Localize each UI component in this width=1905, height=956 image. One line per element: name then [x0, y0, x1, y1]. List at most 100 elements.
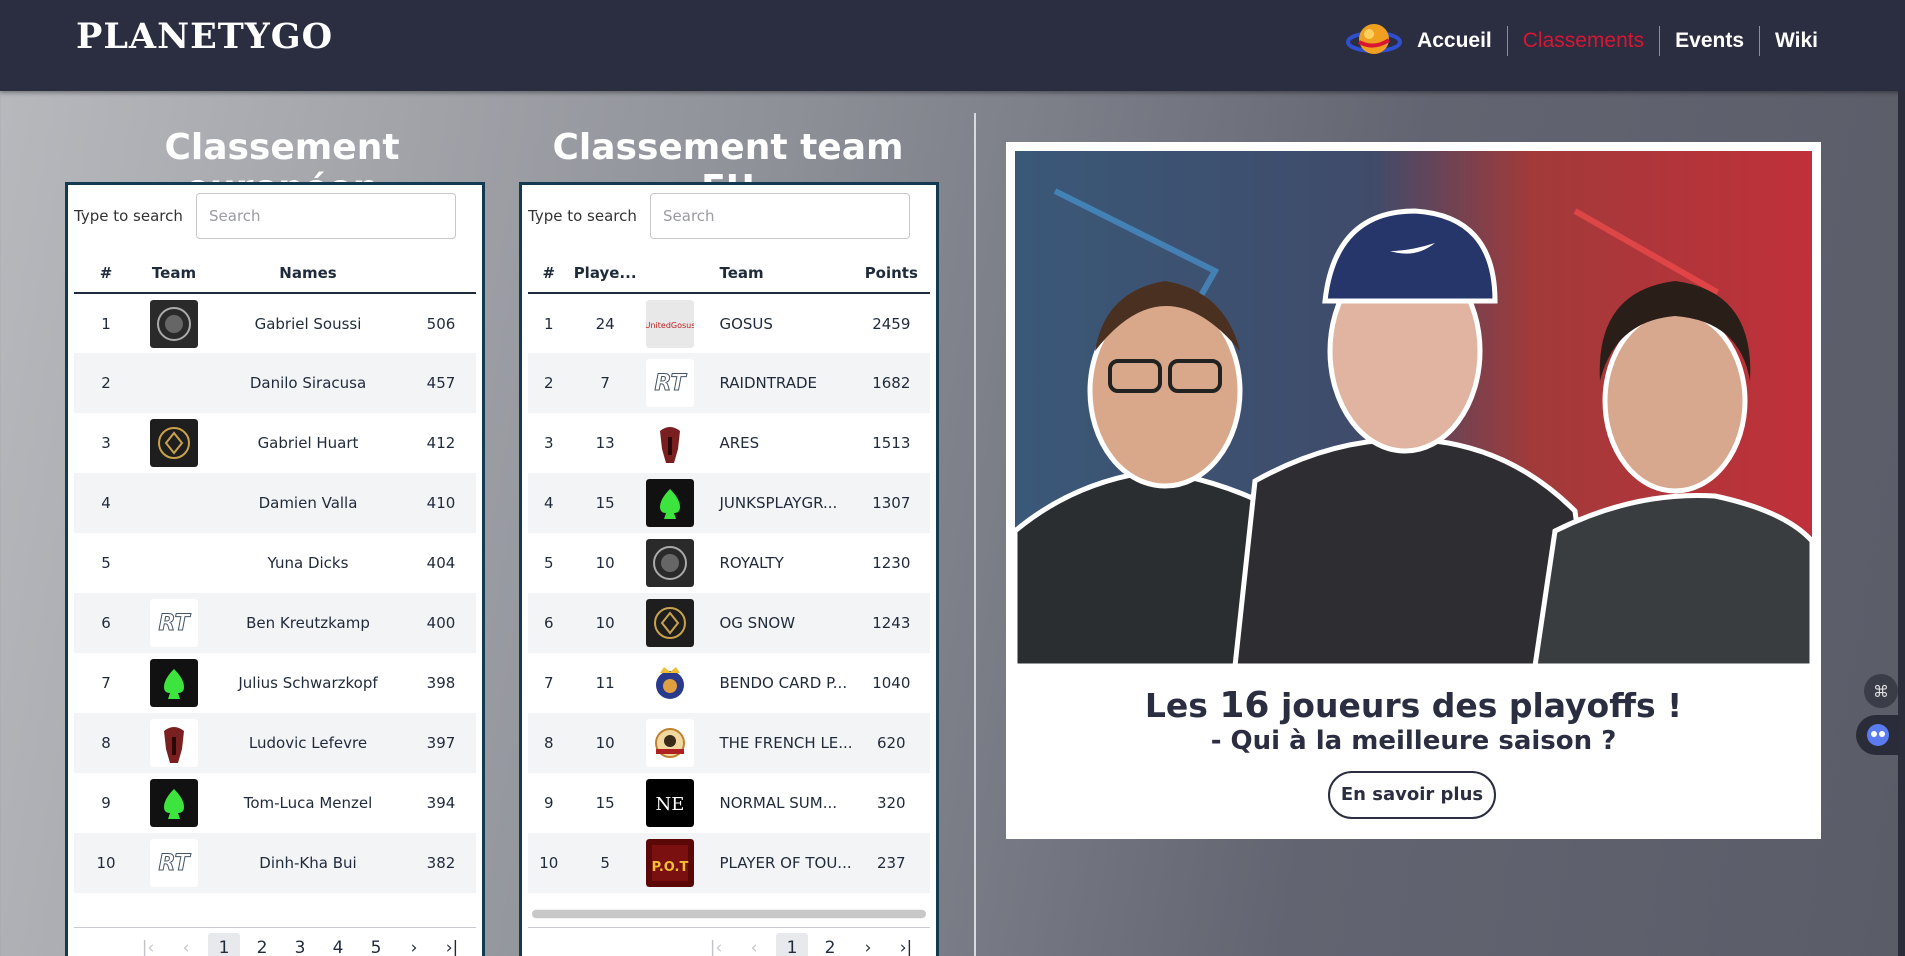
table-row[interactable]: 4 Damien Valla 410 [74, 473, 476, 533]
table-row[interactable]: 8 Ludovic Lefevre 397 [74, 713, 476, 773]
page-button-1[interactable]: 1 [776, 932, 808, 956]
table-row[interactable]: 10 5 P.O.T PLAYER OF TOU... 237 [528, 833, 930, 893]
points-cell: 620 [852, 713, 930, 773]
table-row[interactable]: 1 Gabriel Soussi 506 [74, 293, 476, 353]
junks-logo-icon [150, 779, 198, 827]
page-button-2[interactable]: 2 [246, 933, 278, 956]
next-page-button[interactable]: › [852, 933, 884, 956]
promo-title-pre: Les [1144, 686, 1220, 725]
team-logo-cell [640, 593, 700, 653]
page-button-2[interactable]: 2 [814, 933, 846, 956]
planet-logo-icon[interactable] [1345, 18, 1403, 60]
rank-cell: 9 [74, 773, 138, 833]
table-row[interactable]: 4 15 JUNKSPLAYGR... 1307 [528, 473, 930, 533]
team-search-input[interactable] [650, 193, 910, 239]
table-row[interactable]: 5 Yuna Dicks 404 [74, 533, 476, 593]
table-row[interactable]: 7 Julius Schwarzkopf 398 [74, 653, 476, 713]
table-row[interactable]: 6 RT Ben Kreutzkamp 400 [74, 593, 476, 653]
team-logo-cell [640, 533, 700, 593]
rank-cell: 10 [528, 833, 570, 893]
players-cell: 5 [569, 833, 641, 893]
points-cell: 394 [406, 773, 476, 833]
apps-widget-icon[interactable]: ⌘ [1864, 674, 1898, 708]
nav-accueil[interactable]: Accueil [1402, 26, 1507, 56]
table-row[interactable]: 9 15 NE NORMAL SUM... 320 [528, 773, 930, 833]
player-name-cell: Gabriel Huart [210, 413, 406, 473]
rank-cell: 1 [74, 293, 138, 353]
team-logo-cell: NE [640, 773, 700, 833]
team-logo-cell [138, 653, 210, 713]
european-search-input[interactable] [196, 193, 456, 239]
promo-title: Les 16 joueurs des playoffs ! [1006, 685, 1821, 726]
junks-logo-icon [646, 479, 695, 527]
page-button-5[interactable]: 5 [360, 933, 392, 956]
next-page-button[interactable]: › [398, 933, 430, 956]
points-cell: 1230 [852, 533, 930, 593]
table-row[interactable]: 9 Tom-Luca Menzel 394 [74, 773, 476, 833]
last-page-button[interactable]: ›| [436, 933, 468, 956]
team-logo-cell [640, 413, 700, 473]
col-players[interactable]: Playe... [569, 253, 641, 294]
junks-logo-icon [150, 659, 198, 707]
players-cell: 11 [569, 653, 641, 713]
table-row[interactable]: 5 10 ROYALTY 1230 [528, 533, 930, 593]
points-cell: 457 [406, 353, 476, 413]
table-row[interactable]: 6 10 OG SNOW 1243 [528, 593, 930, 653]
col-team[interactable]: Team [699, 253, 853, 294]
team-name-cell: BENDO CARD P... [699, 653, 853, 713]
col-rank[interactable]: # [74, 253, 138, 294]
col-rank[interactable]: # [528, 253, 570, 294]
page-button-4[interactable]: 4 [322, 933, 354, 956]
page-button-3[interactable]: 3 [284, 933, 316, 956]
team-name-cell: ROYALTY [699, 533, 853, 593]
table-row[interactable]: 7 11 BENDO CARD P... 1040 [528, 653, 930, 713]
table-row[interactable]: 2 7 RT RAIDNTRADE 1682 [528, 353, 930, 413]
table-row[interactable]: 3 Gabriel Huart 412 [74, 413, 476, 473]
points-cell: 382 [406, 833, 476, 893]
first-page-button[interactable]: |‹ [132, 933, 164, 956]
prev-page-button[interactable]: ‹ [170, 933, 202, 956]
rank-cell: 4 [74, 473, 138, 533]
gosus-logo-icon: UnitedGosus [646, 299, 695, 348]
table-row[interactable]: 8 10 THE FRENCH LE... 620 [528, 713, 930, 773]
page-scrollbar[interactable] [1898, 91, 1905, 956]
table-row[interactable]: 10 RT Dinh-Kha Bui 382 [74, 833, 476, 893]
team-name-cell: PLAYER OF TOU... [699, 833, 853, 893]
nav-events[interactable]: Events [1659, 26, 1759, 56]
og-snow-logo-icon [150, 419, 198, 467]
player-name-cell: Dinh-Kha Bui [210, 833, 406, 893]
col-points[interactable]: Points [852, 253, 930, 294]
pot-logo-icon: P.O.T [646, 839, 695, 887]
col-names[interactable]: Names [210, 253, 406, 294]
team-logo-cell: RT [640, 353, 700, 413]
prev-page-button[interactable]: ‹ [738, 933, 770, 956]
col-points[interactable] [406, 253, 476, 294]
table-row[interactable]: 3 13 ARES 1513 [528, 413, 930, 473]
table-row[interactable]: 1 24 UnitedGosus GOSUS 2459 [528, 293, 930, 353]
player-name-cell: Gabriel Soussi [210, 293, 406, 353]
players-cell: 10 [569, 713, 641, 773]
team-logo-cell [640, 473, 700, 533]
points-cell: 412 [406, 413, 476, 473]
scrollbar-thumb[interactable] [532, 910, 926, 918]
nav-classements[interactable]: Classements [1506, 26, 1659, 56]
team-ranking-table: # Playe... Team Points 1 24 UnitedGosus GOS… [528, 253, 930, 893]
nav-wiki[interactable]: Wiki [1759, 26, 1833, 56]
learn-more-button[interactable]: En savoir plus [1328, 771, 1496, 819]
col-team[interactable]: Team [138, 253, 210, 294]
team-logo-cell [640, 653, 700, 713]
page-button-1[interactable]: 1 [208, 932, 240, 956]
table-horizontal-scrollbar[interactable] [532, 909, 926, 919]
team-logo-cell [138, 713, 210, 773]
team-logo-cell [138, 293, 210, 353]
rank-cell: 8 [528, 713, 570, 773]
players-cell: 13 [569, 413, 641, 473]
playoffs-players-image[interactable] [1015, 151, 1812, 666]
table-row[interactable]: 2 Danilo Siracusa 457 [74, 353, 476, 413]
site-logo[interactable]: PLANETYGO [76, 16, 333, 57]
team-pagination: |‹ ‹ 1 2 › ›| [528, 927, 930, 956]
first-page-button[interactable]: |‹ [700, 933, 732, 956]
last-page-button[interactable]: ›| [890, 933, 922, 956]
points-cell: 1513 [852, 413, 930, 473]
team-logo-cell: RT [138, 833, 210, 893]
